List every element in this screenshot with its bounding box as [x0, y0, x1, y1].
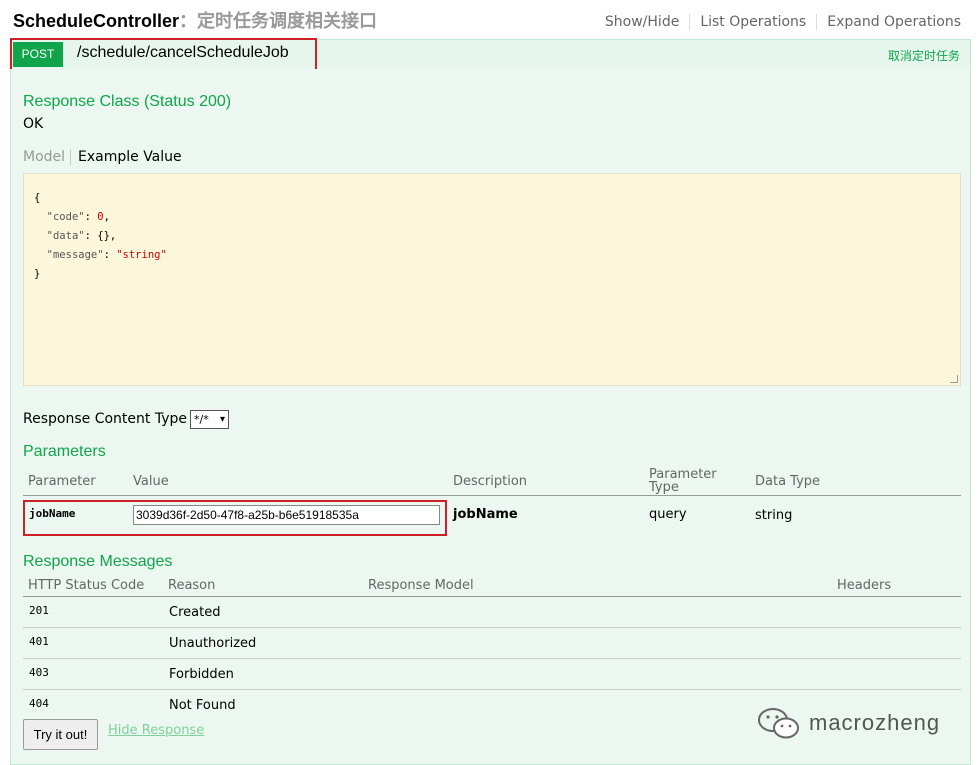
row-divider [23, 658, 961, 659]
param-description: jobName [453, 507, 518, 522]
header-operations: Show/Hide List Operations Expand Operati… [595, 14, 961, 30]
try-it-out-button[interactable]: Try it out! [23, 719, 98, 750]
resp-header-response-model: Response Model [368, 578, 474, 593]
param-header-divider [23, 495, 961, 496]
chevron-down-icon: ▾ [219, 414, 225, 425]
param-type: query [649, 507, 687, 522]
watermark-text: macrozheng [809, 710, 941, 735]
response-content-type-select[interactable]: */* ▾ [190, 410, 229, 429]
status-code: 403 [29, 666, 49, 679]
controller-title[interactable]: ScheduleController：定时任务调度相关接口 [13, 7, 377, 33]
list-operations-link[interactable]: List Operations [690, 14, 818, 30]
status-reason: Not Found [169, 698, 236, 713]
row-divider [23, 627, 961, 628]
controller-name[interactable]: ScheduleController [13, 11, 179, 31]
wechat-icon [758, 708, 799, 739]
expand-operations-link[interactable]: Expand Operations [817, 14, 961, 30]
response-class-title: Response Class (Status 200) [23, 93, 232, 110]
response-content-type-label: Response Content Type [23, 411, 187, 427]
status-code: 404 [29, 697, 49, 710]
status-reason: Forbidden [169, 667, 234, 682]
example-json: { "code": 0, "data": {}, "message": "str… [34, 192, 167, 280]
highlight-box-endpoint [10, 38, 317, 71]
param-header-parameter-type: Parameter Type [649, 467, 717, 495]
param-header-value: Value [133, 474, 169, 489]
tab-example-value[interactable]: Example Value [78, 149, 182, 165]
watermark: macrozheng [757, 705, 940, 741]
param-data-type: string [755, 508, 793, 523]
example-value-snippet[interactable]: { "code": 0, "data": {}, "message": "str… [23, 173, 961, 386]
response-class-value: OK [23, 116, 44, 132]
tab-model[interactable]: Model [23, 149, 72, 165]
operation-summary[interactable]: 取消定时任务 [888, 47, 960, 64]
status-code: 401 [29, 635, 49, 648]
hide-response-link[interactable]: Hide Response [108, 723, 204, 738]
status-code: 201 [29, 604, 49, 617]
highlight-box-parameter [23, 500, 447, 536]
controller-header: ScheduleController：定时任务调度相关接口 Show/Hide … [0, 0, 979, 40]
show-hide-link[interactable]: Show/Hide [595, 14, 691, 30]
param-header-parameter: Parameter [28, 474, 96, 489]
controller-description: ：定时任务调度相关接口 [179, 11, 378, 31]
resp-header-divider [23, 596, 961, 597]
row-divider [23, 689, 961, 690]
param-header-data-type: Data Type [755, 474, 821, 489]
parameters-title: Parameters [23, 443, 106, 460]
resp-header-headers: Headers [837, 578, 892, 593]
resize-grip-icon[interactable] [950, 375, 958, 383]
resp-header-reason: Reason [168, 578, 216, 593]
status-reason: Created [169, 605, 221, 620]
resp-header-status-code: HTTP Status Code [28, 578, 145, 593]
param-header-description: Description [453, 474, 528, 489]
status-reason: Unauthorized [169, 636, 257, 651]
response-messages-title: Response Messages [23, 553, 173, 570]
